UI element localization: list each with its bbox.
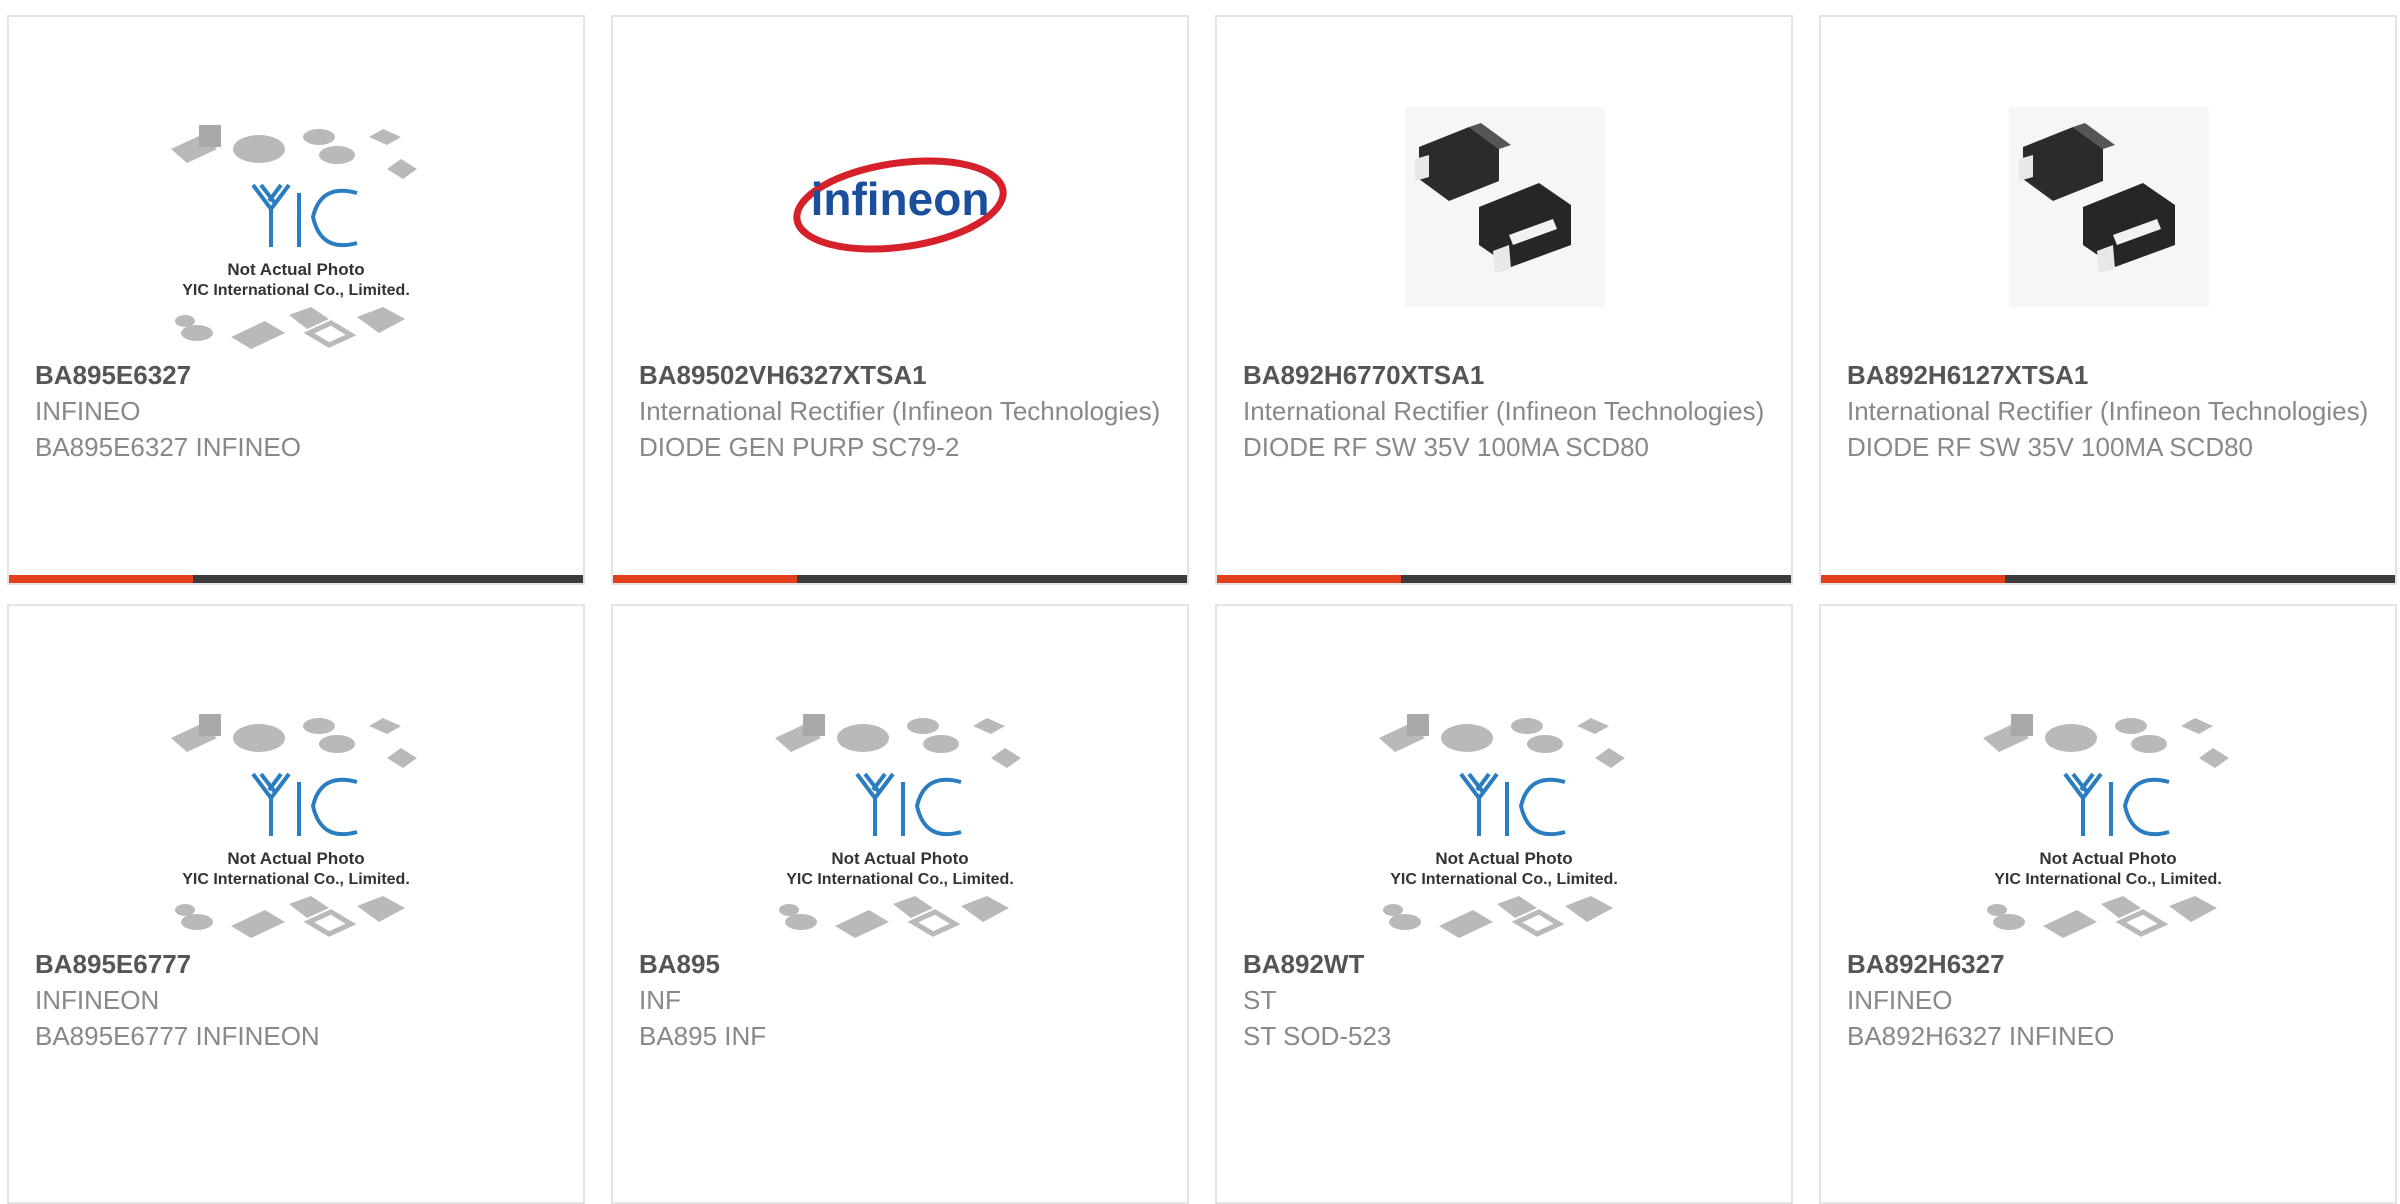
- placeholder-image-icon: Not Actual Photo YIC International Co., …: [775, 714, 1021, 938]
- description: BA892H6327 INFINEO: [1847, 1021, 2115, 1051]
- product-image[interactable]: [1821, 97, 2395, 367]
- description: ST SOD-523: [1243, 1021, 1392, 1051]
- card-accent-bar: [1217, 575, 1401, 583]
- product-card[interactable]: infineon BA89502VH6327XTSA1 Internationa…: [611, 15, 1189, 585]
- part-number[interactable]: BA892WT: [1243, 946, 1765, 982]
- card-accent-bar: [1821, 575, 2005, 583]
- part-number[interactable]: BA892H6770XTSA1: [1243, 357, 1765, 393]
- company-text: YIC International Co., Limited.: [182, 282, 410, 299]
- manufacturer: International Rectifier (Infineon Techno…: [1847, 396, 2369, 426]
- product-card[interactable]: BA892H6770XTSA1 International Rectifier …: [1215, 15, 1793, 585]
- infineon-logo-icon: infineon: [793, 157, 1007, 253]
- manufacturer: INFINEO: [1847, 985, 1953, 1015]
- part-number[interactable]: BA892H6327: [1847, 946, 2369, 982]
- product-card[interactable]: Not Actual Photo YIC International Co., …: [1819, 604, 2397, 1204]
- logo-text: infineon: [811, 173, 990, 225]
- company-text: YIC International Co., Limited.: [1390, 871, 1618, 888]
- placeholder-image-icon: Not Actual Photo YIC International Co., …: [1983, 714, 2229, 938]
- company-text: YIC International Co., Limited.: [182, 871, 410, 888]
- product-card[interactable]: Not Actual Photo YIC International Co., …: [7, 15, 585, 585]
- not-actual-photo-text: Not Actual Photo: [831, 849, 968, 868]
- product-image[interactable]: [1217, 97, 1791, 367]
- manufacturer: INFINEON: [35, 985, 160, 1015]
- manufacturer: INFINEO: [35, 396, 141, 426]
- card-accent-bar: [9, 575, 193, 583]
- card-footer-bar: [1821, 575, 2395, 583]
- diode-photo-icon: [1405, 107, 1605, 307]
- card-footer-bar: [9, 575, 583, 583]
- description: BA895E6327 INFINEO: [35, 432, 301, 462]
- placeholder-image-icon: Not Actual Photo YIC International Co., …: [1379, 714, 1625, 938]
- product-image[interactable]: Not Actual Photo YIC International Co., …: [9, 97, 583, 367]
- not-actual-photo-text: Not Actual Photo: [2039, 849, 2176, 868]
- product-card[interactable]: Not Actual Photo YIC International Co., …: [611, 604, 1189, 1204]
- description: BA895 INF: [639, 1021, 767, 1051]
- part-number[interactable]: BA892H6127XTSA1: [1847, 357, 2369, 393]
- card-footer-bar: [613, 575, 1187, 583]
- product-card[interactable]: Not Actual Photo YIC International Co., …: [1215, 604, 1793, 1204]
- part-number[interactable]: BA895E6777: [35, 946, 557, 982]
- part-number[interactable]: BA89502VH6327XTSA1: [639, 357, 1161, 393]
- company-text: YIC International Co., Limited.: [786, 871, 1014, 888]
- manufacturer: International Rectifier (Infineon Techno…: [639, 396, 1161, 426]
- part-number[interactable]: BA895E6327: [35, 357, 557, 393]
- manufacturer: International Rectifier (Infineon Techno…: [1243, 396, 1765, 426]
- not-actual-photo-text: Not Actual Photo: [1435, 849, 1572, 868]
- product-card[interactable]: Not Actual Photo YIC International Co., …: [7, 604, 585, 1204]
- not-actual-photo-text: Not Actual Photo: [227, 849, 364, 868]
- description: DIODE RF SW 35V 100MA SCD80: [1243, 432, 1650, 462]
- product-image[interactable]: infineon: [613, 97, 1187, 367]
- company-text: YIC International Co., Limited.: [1994, 871, 2222, 888]
- description: DIODE RF SW 35V 100MA SCD80: [1847, 432, 2254, 462]
- product-image[interactable]: Not Actual Photo YIC International Co., …: [9, 686, 583, 956]
- product-card[interactable]: BA892H6127XTSA1 International Rectifier …: [1819, 15, 2397, 585]
- part-number[interactable]: BA895: [639, 946, 1161, 982]
- manufacturer: INF: [639, 985, 681, 1015]
- description: DIODE GEN PURP SC79-2: [639, 432, 960, 462]
- card-accent-bar: [613, 575, 797, 583]
- product-image[interactable]: Not Actual Photo YIC International Co., …: [613, 686, 1187, 956]
- card-footer-bar: [1217, 575, 1791, 583]
- not-actual-photo-text: Not Actual Photo: [227, 260, 364, 279]
- diode-photo-icon: [2009, 107, 2209, 307]
- description: BA895E6777 INFINEON: [35, 1021, 320, 1051]
- product-image[interactable]: Not Actual Photo YIC International Co., …: [1217, 686, 1791, 956]
- manufacturer: ST: [1243, 985, 1277, 1015]
- product-image[interactable]: Not Actual Photo YIC International Co., …: [1821, 686, 2395, 956]
- placeholder-image-icon: Not Actual Photo YIC International Co., …: [171, 714, 417, 938]
